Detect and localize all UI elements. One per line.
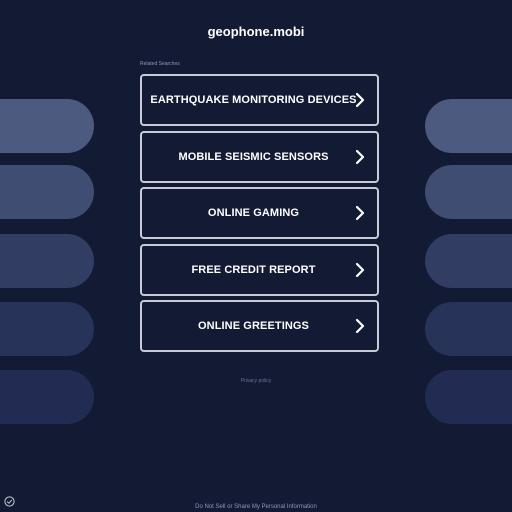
link-earthquake-monitoring-devices[interactable]: EARTHQUAKE MONITORING DEVICES (140, 74, 379, 126)
chevron-right-icon (355, 92, 365, 108)
chevron-right-icon (355, 205, 365, 221)
do-not-sell-link[interactable]: Do Not Sell or Share My Personal Informa… (0, 504, 512, 510)
related-links-list: EARTHQUAKE MONITORING DEVICES MOBILE SEI… (140, 74, 379, 357)
decorative-pill-right-1 (425, 99, 512, 153)
link-online-greetings[interactable]: ONLINE GREETINGS (140, 300, 379, 352)
chevron-right-icon (355, 318, 365, 334)
domain-title: geophone.mobi (207, 24, 305, 39)
decorative-pill-left-2 (0, 165, 94, 219)
link-label: FREE CREDIT REPORT (191, 263, 316, 276)
decorative-pill-right-2 (425, 165, 512, 219)
link-label: ONLINE GREETINGS (198, 320, 309, 332)
decorative-pill-left-4 (0, 302, 94, 356)
related-searches-label: Related Searches (140, 61, 180, 67)
decorative-pill-right-4 (425, 302, 512, 356)
chevron-right-icon (355, 149, 365, 164)
parked-domain-page: geophone.mobi Related Searches EARTHQUAK… (0, 0, 512, 512)
link-online-gaming[interactable]: ONLINE GAMING (140, 187, 379, 239)
privacy-policy-link[interactable]: Privacy policy (0, 378, 512, 384)
decorative-pill-right-3 (425, 234, 512, 288)
decorative-pill-left-1 (0, 99, 94, 153)
link-free-credit-report[interactable]: FREE CREDIT REPORT (140, 243, 379, 296)
chevron-right-icon (355, 262, 365, 277)
link-label: ONLINE GAMING (207, 207, 300, 219)
link-label: EARTHQUAKE MONITORING DEVICES (150, 94, 357, 106)
link-label: MOBILE SEISMIC SENSORS (178, 150, 329, 163)
link-mobile-seismic-sensors[interactable]: MOBILE SEISMIC SENSORS (140, 130, 379, 183)
decorative-pill-left-3 (0, 234, 94, 288)
